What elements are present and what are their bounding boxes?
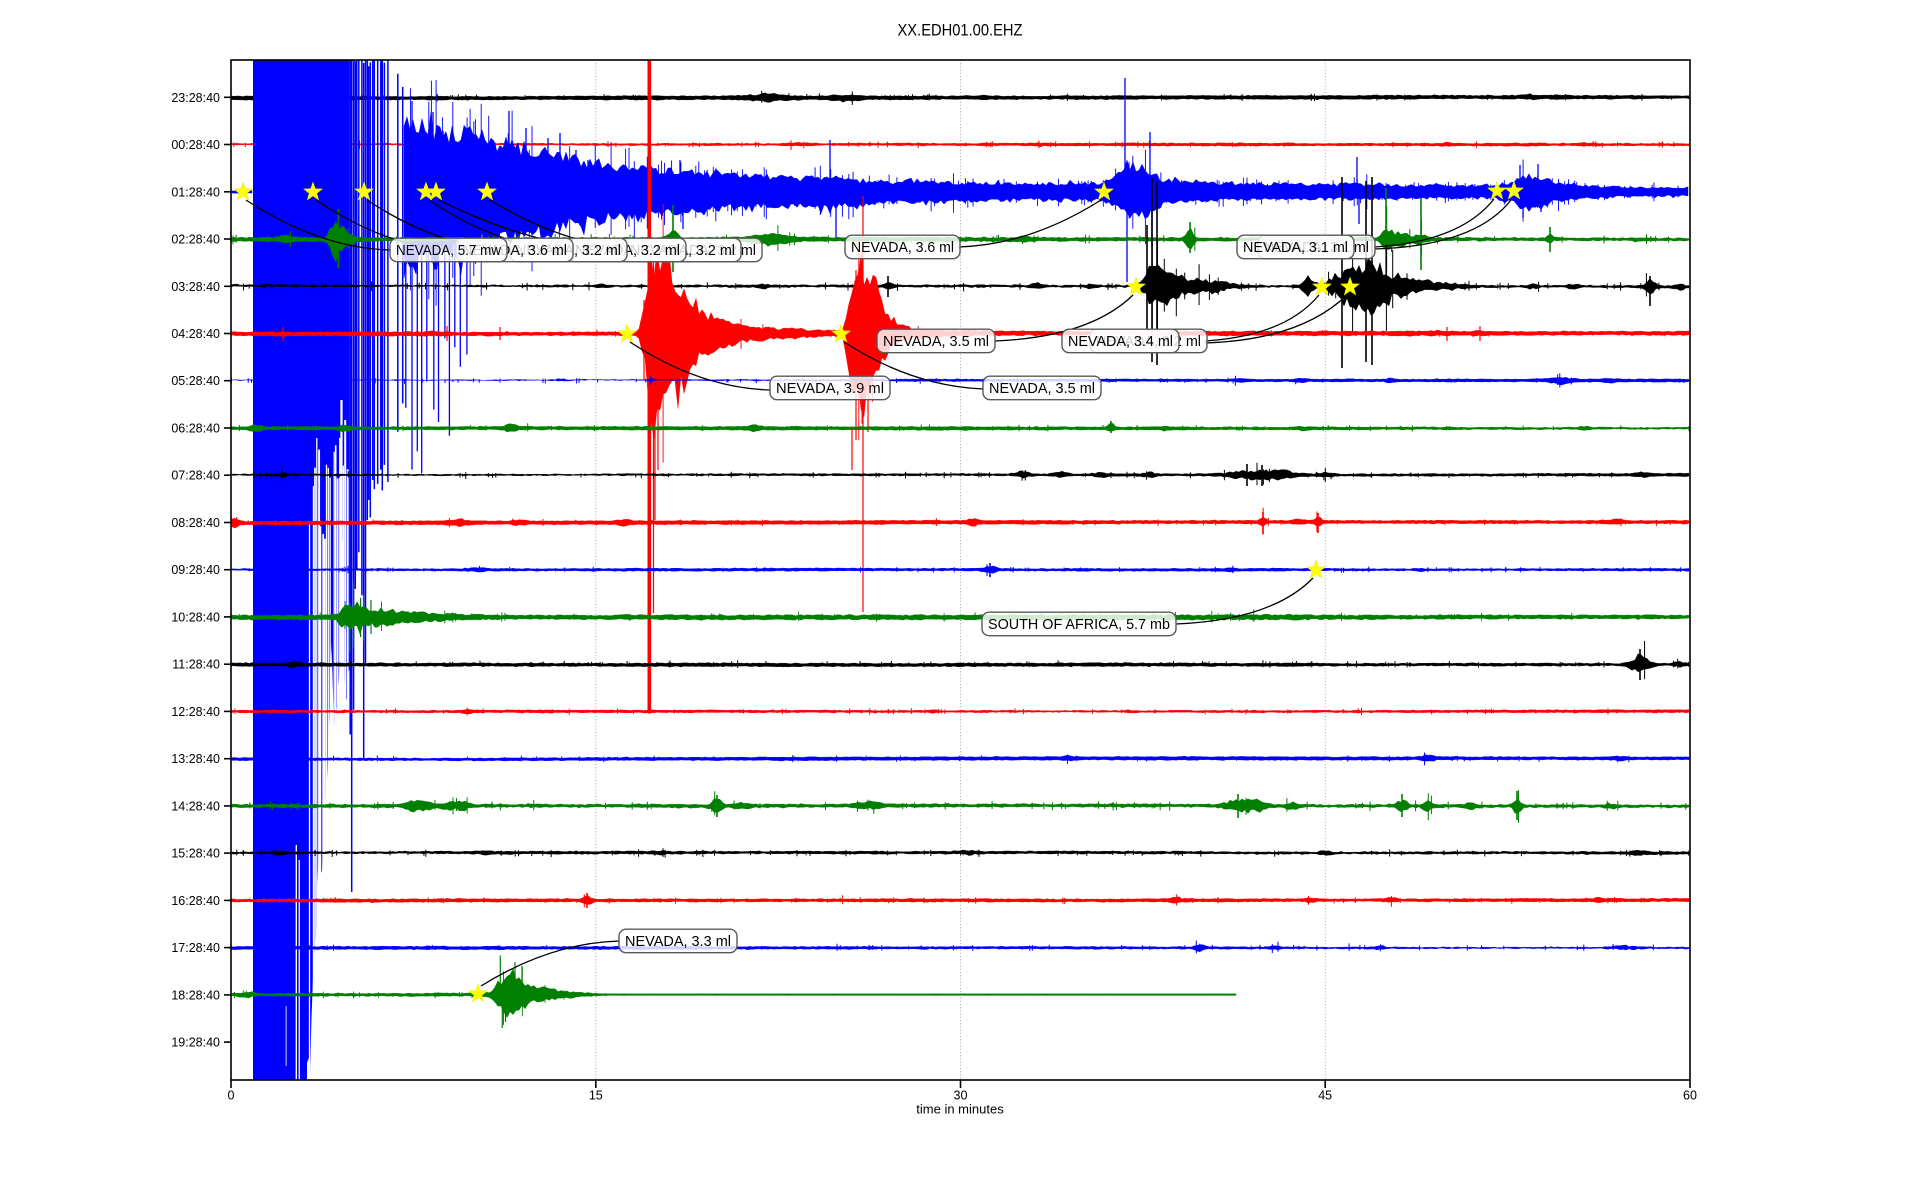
svg-text:30: 30: [954, 1089, 968, 1103]
svg-text:NEVADA, 3.3 ml: NEVADA, 3.3 ml: [625, 934, 731, 950]
svg-text:08:28:40: 08:28:40: [171, 516, 220, 530]
svg-text:01:28:40: 01:28:40: [171, 185, 220, 199]
svg-text:XX.EDH01.00.EHZ: XX.EDH01.00.EHZ: [898, 22, 1023, 40]
svg-text:NEVADA, 3.1 ml: NEVADA, 3.1 ml: [1243, 240, 1348, 256]
svg-text:02:28:40: 02:28:40: [171, 233, 220, 247]
svg-text:05:28:40: 05:28:40: [171, 374, 220, 388]
svg-text:60: 60: [1683, 1089, 1697, 1103]
svg-text:16:28:40: 16:28:40: [171, 894, 220, 908]
svg-text:time in minutes: time in minutes: [916, 1102, 1004, 1117]
svg-text:15: 15: [589, 1089, 603, 1103]
svg-text:0: 0: [228, 1089, 235, 1103]
svg-text:23:28:40: 23:28:40: [171, 91, 220, 105]
svg-text:NEVADA, 5.7 mw: NEVADA, 5.7 mw: [396, 243, 502, 259]
svg-text:NEVADA, 3.6 ml: NEVADA, 3.6 ml: [851, 240, 954, 256]
svg-text:10:28:40: 10:28:40: [171, 610, 220, 624]
svg-text:NEVADA, 3.4 ml: NEVADA, 3.4 ml: [1068, 334, 1173, 350]
svg-text:45: 45: [1318, 1089, 1332, 1103]
svg-text:11:28:40: 11:28:40: [172, 658, 220, 672]
svg-text:15:28:40: 15:28:40: [171, 847, 220, 861]
svg-text:NEVADA, 3.5 ml: NEVADA, 3.5 ml: [989, 381, 1095, 397]
svg-text:18:28:40: 18:28:40: [171, 988, 220, 1002]
svg-text:00:28:40: 00:28:40: [171, 138, 220, 152]
svg-text:NEVADA, 3.5 ml: NEVADA, 3.5 ml: [883, 334, 989, 350]
svg-text:09:28:40: 09:28:40: [171, 563, 220, 577]
svg-text:13:28:40: 13:28:40: [171, 752, 220, 766]
svg-text:19:28:40: 19:28:40: [171, 1036, 220, 1050]
svg-text:17:28:40: 17:28:40: [171, 941, 220, 955]
svg-text:NEVADA, 3.9 ml: NEVADA, 3.9 ml: [776, 381, 884, 397]
svg-text:03:28:40: 03:28:40: [171, 280, 220, 294]
svg-text:SOUTH OF AFRICA, 5.7 mb: SOUTH OF AFRICA, 5.7 mb: [988, 617, 1170, 633]
svg-text:04:28:40: 04:28:40: [171, 327, 220, 341]
svg-text:12:28:40: 12:28:40: [171, 705, 220, 719]
svg-text:07:28:40: 07:28:40: [171, 469, 220, 483]
svg-text:14:28:40: 14:28:40: [171, 799, 220, 813]
svg-text:06:28:40: 06:28:40: [171, 422, 220, 436]
